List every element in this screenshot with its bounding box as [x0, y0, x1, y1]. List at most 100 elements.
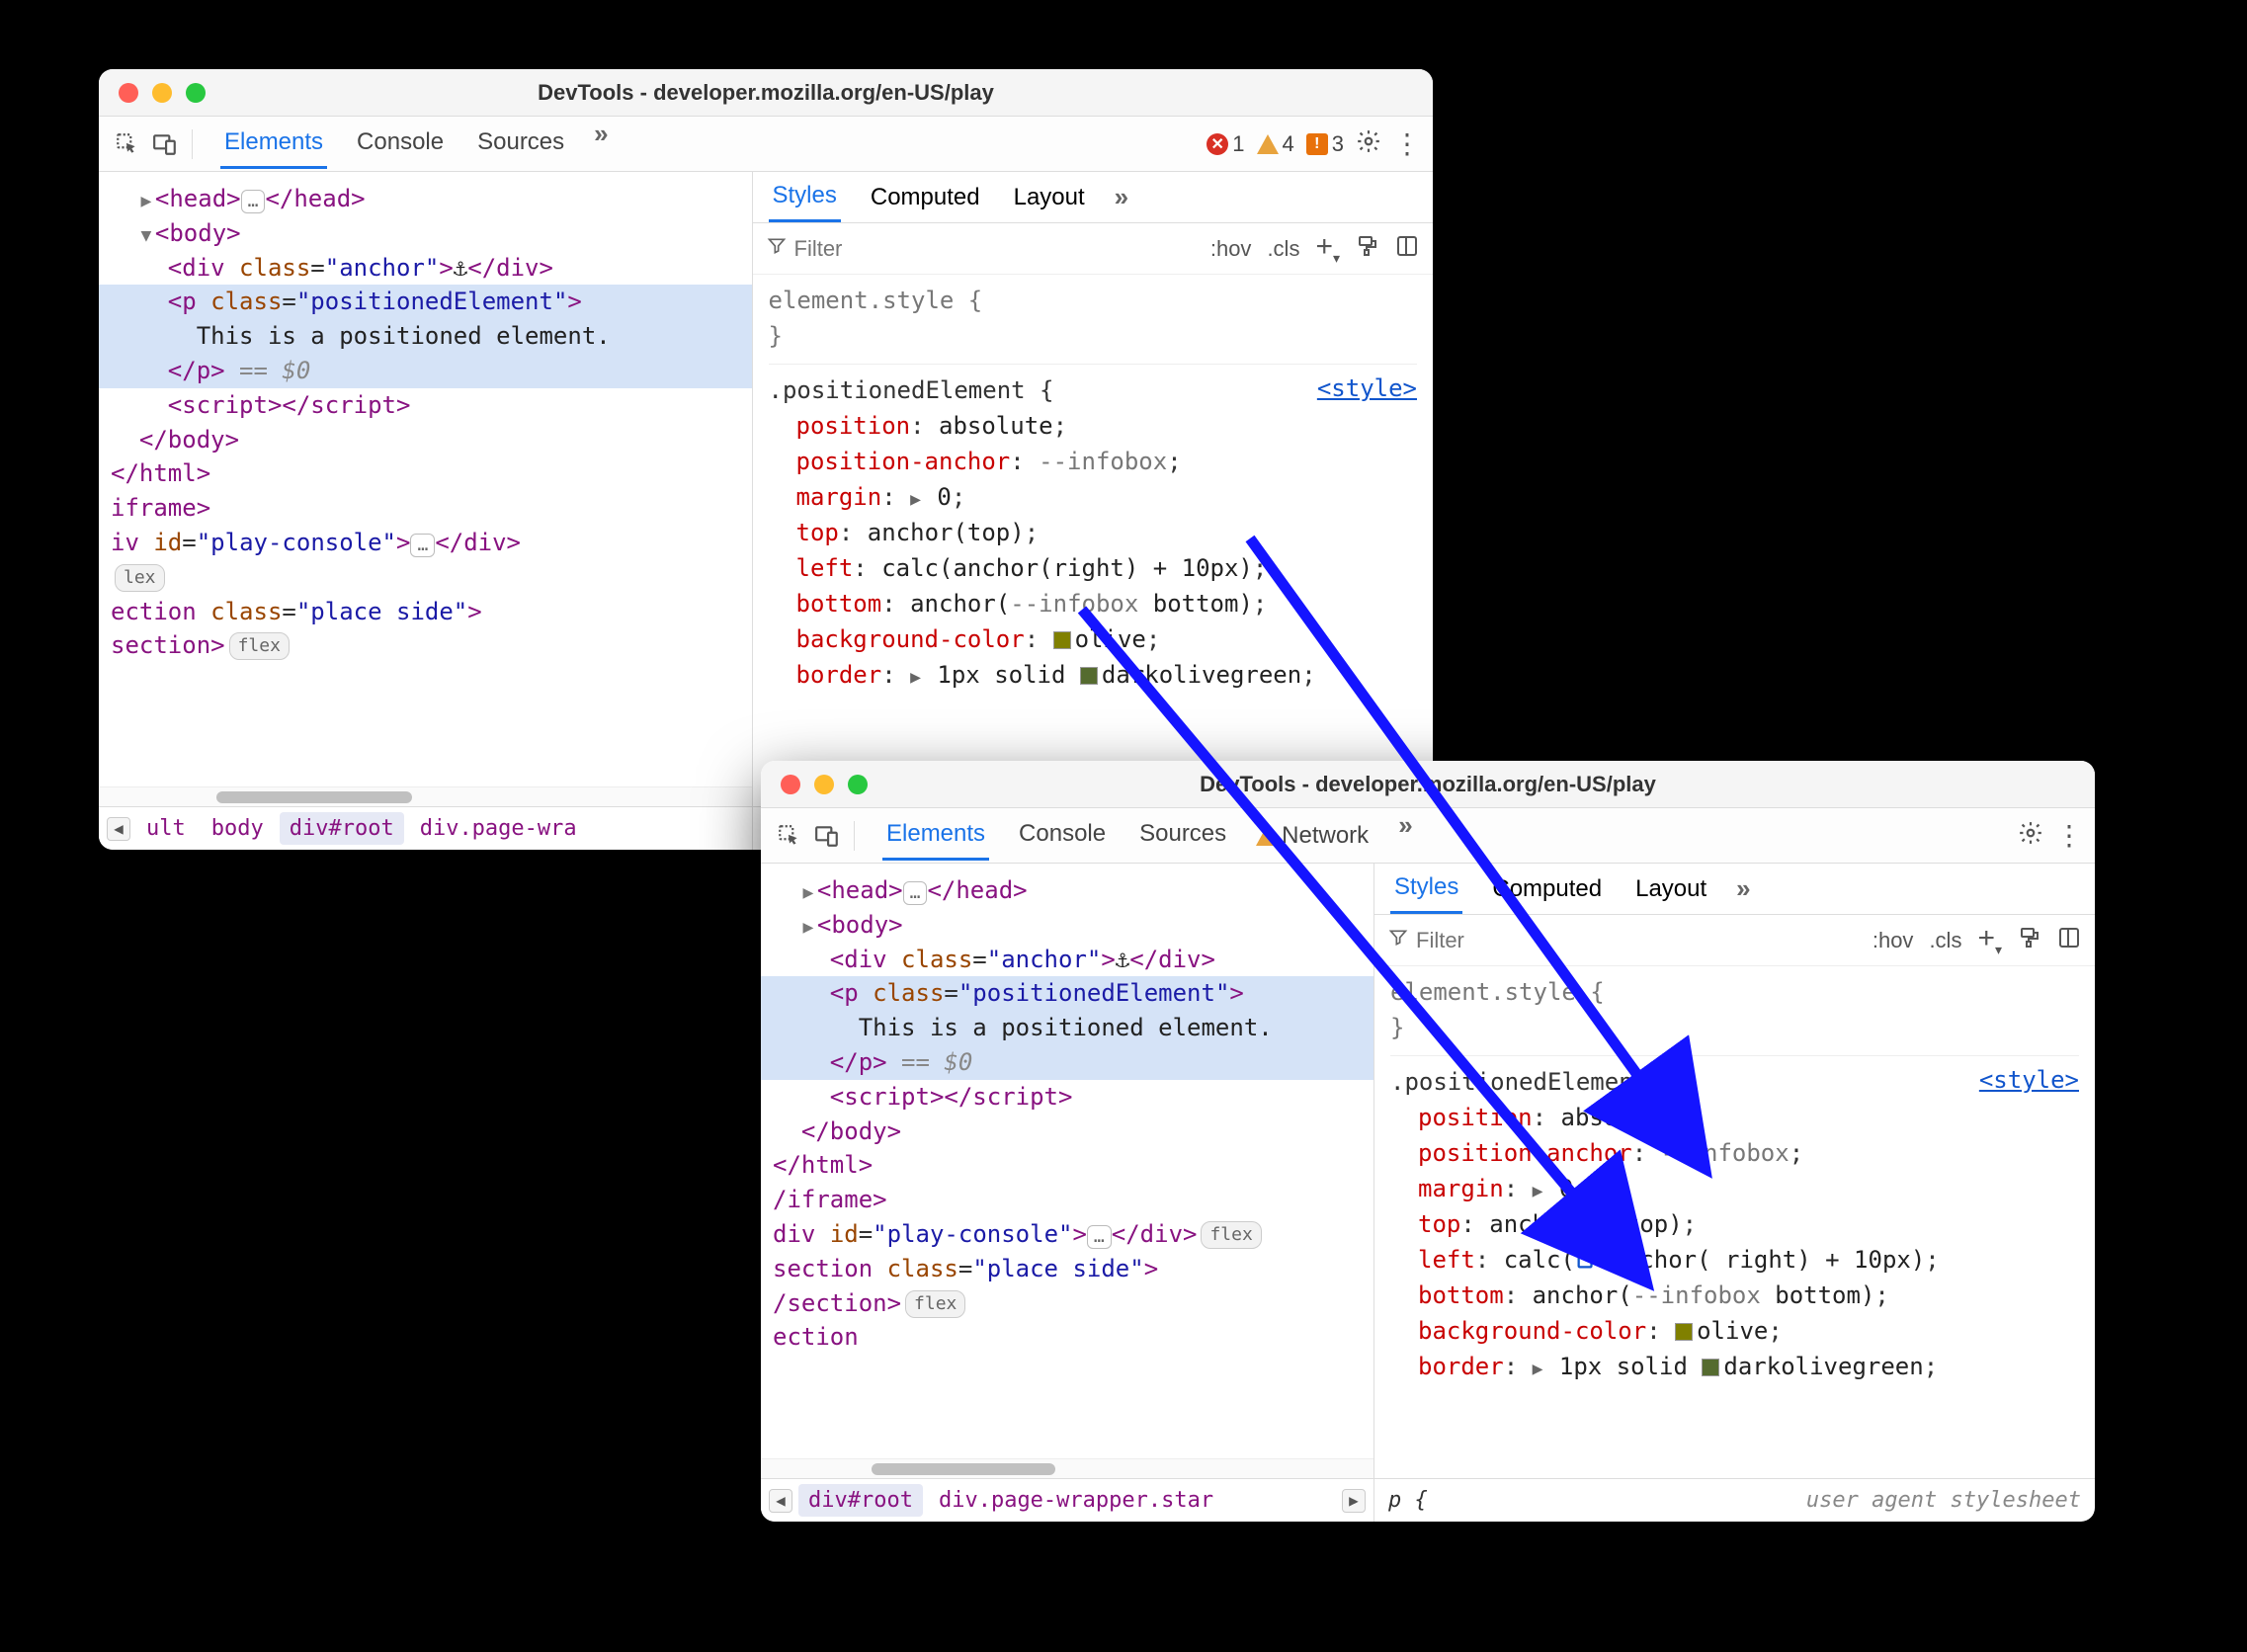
- device-toggle-icon[interactable]: [148, 127, 182, 161]
- new-rule-icon[interactable]: +▾: [1977, 922, 2002, 958]
- dom-node[interactable]: <p class="positionedElement">: [761, 976, 1373, 1011]
- fullscreen-icon[interactable]: [848, 775, 868, 794]
- cls-toggle[interactable]: .cls: [1929, 928, 1961, 953]
- css-declaration[interactable]: border: ▶ 1px solid darkolivegreen;: [1390, 1349, 2079, 1384]
- inspect-icon[interactable]: [773, 819, 806, 853]
- css-declaration[interactable]: left: calc(anchor(right) + 10px);: [769, 550, 1418, 586]
- dom-node[interactable]: ▶<head>…</head>: [99, 182, 752, 216]
- dom-node[interactable]: div id="play-console">…</div>flex: [761, 1217, 1373, 1252]
- tab-layout[interactable]: Layout: [1010, 174, 1089, 221]
- dom-node[interactable]: </body>: [761, 1115, 1373, 1149]
- breadcrumb-item[interactable]: div#root: [280, 812, 404, 845]
- breadcrumb-item[interactable]: div.page-wrapper.star: [929, 1484, 1223, 1517]
- more-icon[interactable]: ⋮: [1393, 127, 1421, 160]
- dom-node[interactable]: section>flex: [99, 628, 752, 663]
- inspect-icon[interactable]: [111, 127, 144, 161]
- dom-node[interactable]: </p> == $0: [99, 354, 752, 388]
- dom-node[interactable]: <div class="anchor">⚓︎</div>: [761, 943, 1373, 977]
- css-declaration[interactable]: left: calc( anchor( right) + 10px);: [1390, 1242, 2079, 1278]
- css-rules[interactable]: element.style {}<style>.positionedElemen…: [753, 275, 1434, 806]
- css-declaration[interactable]: bottom: anchor(--infobox bottom);: [769, 586, 1418, 621]
- new-rule-icon[interactable]: +▾: [1315, 230, 1340, 267]
- dom-node[interactable]: <div class="anchor">⚓︎</div>: [99, 251, 752, 286]
- hov-toggle[interactable]: :hov: [1210, 236, 1252, 262]
- css-declaration[interactable]: position-anchor: --infobox;: [1390, 1135, 2079, 1171]
- style-source-link[interactable]: <style>: [1317, 374, 1417, 402]
- css-declaration[interactable]: background-color: olive;: [1390, 1313, 2079, 1349]
- computed-toggle-icon[interactable]: [1395, 234, 1419, 264]
- dom-node[interactable]: ▶<body>: [761, 908, 1373, 943]
- paint-icon[interactable]: [1356, 234, 1379, 264]
- tab-elements[interactable]: Elements: [882, 810, 989, 861]
- tab-console[interactable]: Console: [1015, 810, 1110, 861]
- minimize-icon[interactable]: [152, 83, 172, 103]
- breadcrumb-right-icon[interactable]: ▶: [1342, 1489, 1366, 1513]
- dom-node[interactable]: </body>: [99, 423, 752, 457]
- css-declaration[interactable]: bottom: anchor(--infobox bottom);: [1390, 1278, 2079, 1313]
- horizontal-scrollbar[interactable]: [99, 786, 752, 806]
- dom-node[interactable]: ▼<body>: [99, 216, 752, 251]
- dom-node[interactable]: ▶<head>…</head>: [761, 873, 1373, 908]
- dom-tree[interactable]: ▶<head>…</head> ▼<body> <div class="anch…: [99, 172, 752, 786]
- dom-node[interactable]: iframe>: [99, 491, 752, 526]
- tab-computed[interactable]: Computed: [1488, 866, 1606, 913]
- dom-node[interactable]: This is a positioned element.: [99, 319, 752, 354]
- close-icon[interactable]: [119, 83, 138, 103]
- more-sidebar-tabs-icon[interactable]: »: [1115, 182, 1128, 212]
- css-rules[interactable]: element.style {}<style>.positionedElemen…: [1374, 966, 2095, 1478]
- minimize-icon[interactable]: [814, 775, 834, 794]
- css-declaration[interactable]: background-color: olive;: [769, 621, 1418, 657]
- breadcrumb-item[interactable]: ult: [136, 812, 196, 845]
- tab-styles[interactable]: Styles: [1390, 864, 1462, 914]
- breadcrumb-item[interactable]: body: [202, 812, 274, 845]
- dom-node[interactable]: </p> == $0: [761, 1045, 1373, 1080]
- style-source-link[interactable]: <style>: [1979, 1066, 2079, 1094]
- tab-elements[interactable]: Elements: [220, 119, 327, 169]
- dom-node[interactable]: <script></script>: [761, 1080, 1373, 1115]
- computed-toggle-icon[interactable]: [2057, 926, 2081, 955]
- open-external-icon[interactable]: [1575, 1249, 1597, 1271]
- breadcrumb-left-icon[interactable]: ◀: [769, 1489, 792, 1513]
- dom-node[interactable]: iv id="play-console">…</div>: [99, 526, 752, 560]
- dom-node[interactable]: section class="place side">: [761, 1252, 1373, 1286]
- open-external-icon[interactable]: [1589, 1213, 1611, 1235]
- dom-node[interactable]: /section>flex: [761, 1286, 1373, 1321]
- filter-field[interactable]: [767, 236, 913, 262]
- filter-input[interactable]: [794, 236, 913, 262]
- close-icon[interactable]: [781, 775, 800, 794]
- css-declaration[interactable]: position: absolute;: [769, 408, 1418, 444]
- more-sidebar-tabs-icon[interactable]: »: [1736, 873, 1750, 904]
- tab-network-warn[interactable]: Network: [1256, 810, 1373, 861]
- status-issues[interactable]: !3: [1306, 131, 1344, 157]
- tab-sources[interactable]: Sources: [473, 119, 568, 169]
- tab-computed[interactable]: Computed: [867, 174, 984, 221]
- dom-node[interactable]: </html>: [761, 1148, 1373, 1183]
- gear-icon[interactable]: [1356, 128, 1381, 160]
- css-declaration[interactable]: top: anchor( top);: [1390, 1206, 2079, 1242]
- more-icon[interactable]: ⋮: [2055, 819, 2083, 852]
- css-declaration[interactable]: position: absolute;: [1390, 1100, 2079, 1135]
- horizontal-scrollbar[interactable]: [761, 1458, 1373, 1478]
- css-declaration[interactable]: margin: ▶ 0;: [769, 479, 1418, 515]
- breadcrumb-left-icon[interactable]: ◀: [107, 817, 130, 841]
- gear-icon[interactable]: [2018, 820, 2043, 852]
- dom-node[interactable]: ection: [761, 1320, 1373, 1355]
- dom-node[interactable]: <script></script>: [99, 388, 752, 423]
- css-declaration[interactable]: top: anchor(top);: [769, 515, 1418, 550]
- filter-input[interactable]: [1416, 928, 1535, 953]
- tab-console[interactable]: Console: [353, 119, 448, 169]
- dom-node[interactable]: </html>: [99, 456, 752, 491]
- tab-styles[interactable]: Styles: [769, 172, 841, 222]
- css-declaration[interactable]: border: ▶ 1px solid darkolivegreen;: [769, 657, 1418, 693]
- status-warnings[interactable]: 4: [1257, 131, 1294, 157]
- tab-layout[interactable]: Layout: [1631, 866, 1710, 913]
- css-declaration[interactable]: position-anchor: --infobox;: [769, 444, 1418, 479]
- dom-node[interactable]: lex: [99, 560, 752, 595]
- dom-node[interactable]: /iframe>: [761, 1183, 1373, 1217]
- filter-field[interactable]: [1388, 928, 1535, 953]
- tab-sources[interactable]: Sources: [1135, 810, 1230, 861]
- status-errors[interactable]: ✕1: [1207, 131, 1244, 157]
- fullscreen-icon[interactable]: [186, 83, 206, 103]
- device-toggle-icon[interactable]: [810, 819, 844, 853]
- more-tabs-icon[interactable]: »: [594, 119, 608, 169]
